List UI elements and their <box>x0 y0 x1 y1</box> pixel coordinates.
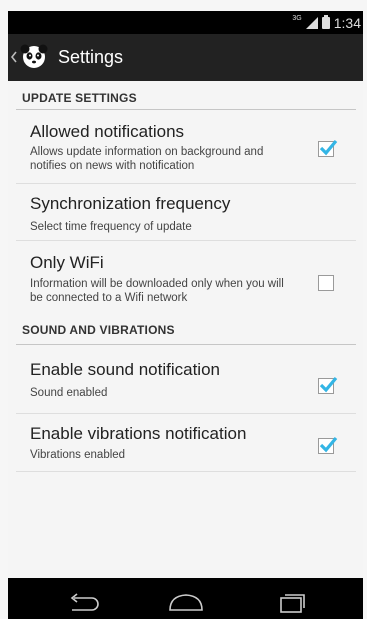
preference-title: Synchronization frequency <box>30 194 231 213</box>
preference-enable-vibrations-notification[interactable]: Enable vibrations notification Vibration… <box>8 414 363 470</box>
preference-synchronization-frequency[interactable]: Synchronization frequency Select time fr… <box>8 184 363 239</box>
only-wifi-checkbox[interactable] <box>318 275 334 291</box>
preference-title: Enable sound notification <box>30 360 220 379</box>
preference-summary: Select time frequency of update <box>30 221 192 233</box>
network-type-label: 3G <box>292 15 302 22</box>
enable-vibrations-checkbox[interactable] <box>318 436 338 454</box>
checkmark-icon <box>319 436 338 453</box>
status-time: 1:34 <box>333 14 361 31</box>
settings-screen: 3G 1:34 Settings UPDATE SETTINGS Allowed… <box>8 11 363 619</box>
preference-allowed-notifications[interactable]: Allowed notifications Allows update info… <box>8 111 363 183</box>
navigation-bar <box>8 578 363 619</box>
section-header-sound-and-vibrations: SOUND AND VIBRATIONS <box>22 323 175 337</box>
section-divider <box>16 344 356 345</box>
preference-title: Allowed notifications <box>30 122 185 141</box>
section-divider <box>16 109 356 110</box>
enable-sound-checkbox[interactable] <box>318 376 338 394</box>
action-bar: Settings <box>8 34 363 81</box>
signal-icon <box>305 16 318 29</box>
preference-summary: Sound enabled <box>30 387 108 399</box>
checkmark-icon <box>319 139 338 156</box>
preference-only-wifi[interactable]: Only WiFi Information will be downloaded… <box>8 241 363 319</box>
recents-icon[interactable] <box>278 592 308 614</box>
preference-title: Enable vibrations notification <box>30 424 247 443</box>
page-title: Settings <box>58 47 124 67</box>
status-bar: 3G 1:34 <box>8 11 363 34</box>
preference-enable-sound-notification[interactable]: Enable sound notification Sound enabled <box>8 346 363 414</box>
panda-icon <box>20 44 48 68</box>
preference-summary: Information will be downloaded only when… <box>30 278 284 304</box>
back-icon[interactable] <box>66 592 100 614</box>
section-header-update-settings: UPDATE SETTINGS <box>22 91 137 105</box>
checkmark-icon <box>319 376 338 393</box>
preference-summary: Vibrations enabled <box>30 449 126 461</box>
row-divider <box>16 471 356 472</box>
home-icon[interactable] <box>168 592 204 614</box>
preference-summary: Allows update information on background … <box>30 146 264 172</box>
battery-icon <box>321 14 330 29</box>
up-navigation[interactable] <box>8 34 52 81</box>
preference-title: Only WiFi <box>30 253 104 272</box>
allowed-notifications-checkbox[interactable] <box>318 139 338 157</box>
chevron-left-icon <box>10 51 17 63</box>
